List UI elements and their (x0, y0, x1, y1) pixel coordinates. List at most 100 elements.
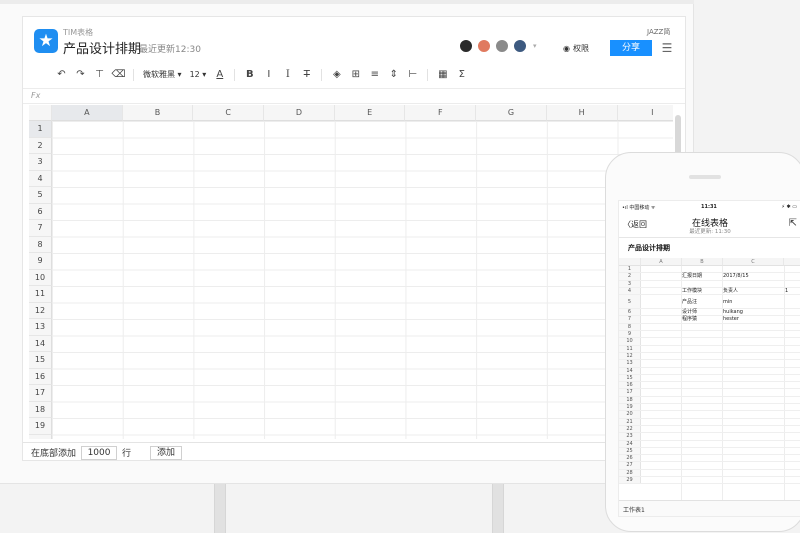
formula-bar[interactable]: Fx (23, 88, 685, 104)
italic-icon[interactable]: I (259, 66, 278, 84)
mobile-table-row[interactable]: 14 (619, 367, 800, 375)
share-button[interactable]: 分享 (610, 40, 652, 56)
mobile-table-row[interactable]: 15 (619, 374, 800, 383)
font-family-select[interactable]: 微软雅黑 ▾ (139, 66, 186, 84)
row-header[interactable]: 17 (29, 385, 52, 402)
column-header[interactable]: B (122, 105, 194, 121)
row-header[interactable]: 15 (29, 352, 52, 369)
row-header[interactable]: 16 (29, 368, 52, 385)
column-header[interactable]: A (52, 105, 123, 121)
mobile-table-row[interactable]: 4 工作模块 负责人 1 (619, 287, 800, 296)
mobile-table-row[interactable]: 28 (619, 469, 800, 478)
row-header[interactable]: 12 (29, 302, 52, 319)
row-header[interactable]: 14 (29, 335, 52, 352)
row-header[interactable]: 5 (29, 187, 52, 204)
mobile-column-header[interactable]: C (723, 258, 784, 266)
mobile-table-row[interactable]: 7 程序猿 hester (619, 316, 800, 324)
mobile-table-row[interactable]: 25 (619, 447, 800, 456)
mobile-table-row[interactable]: 13 (619, 360, 800, 368)
user-name[interactable]: JAZZ简 (647, 27, 670, 37)
mobile-table-row[interactable]: 17 (619, 389, 800, 397)
share-out-icon[interactable]: ⇱ (789, 218, 797, 229)
mobile-table-row[interactable]: 16 (619, 382, 800, 390)
collaborator-avatar[interactable] (513, 39, 527, 53)
mobile-cell-c[interactable]: hester (723, 316, 739, 323)
row-header[interactable]: 11 (29, 286, 52, 303)
collaborator-avatar[interactable] (459, 39, 473, 53)
redo-icon[interactable]: ↷ (71, 66, 90, 84)
mobile-cell-b[interactable]: 程序猿 (682, 316, 697, 323)
mobile-table-row[interactable]: 8 (619, 323, 800, 332)
fill-color-icon[interactable]: ◈ (327, 66, 346, 84)
document-title[interactable]: 产品设计排期 (63, 38, 141, 57)
font-size-select[interactable]: 12 ▾ (186, 66, 211, 84)
row-header[interactable]: 6 (29, 203, 52, 220)
collaborator-avatars[interactable]: ▾ (459, 39, 537, 53)
mobile-column-header[interactable]: A (641, 258, 682, 266)
add-rows-quantity-input[interactable]: 1000 (81, 445, 118, 460)
mobile-table-row[interactable]: 10 (619, 338, 800, 346)
row-header[interactable]: 4 (29, 170, 52, 187)
sheet-tab[interactable]: 工作表1 (623, 505, 645, 514)
column-header[interactable]: D (264, 105, 335, 121)
undo-icon[interactable]: ↶ (52, 66, 71, 84)
mobile-table-row[interactable]: 1 (619, 266, 800, 274)
chevron-down-icon[interactable]: ▾ (533, 42, 537, 50)
row-header[interactable]: 13 (29, 319, 52, 336)
mobile-cell-b[interactable]: 工作模块 (682, 288, 702, 295)
mobile-table-row[interactable]: 19 (619, 404, 800, 412)
mobile-column-header[interactable]: B (682, 258, 723, 266)
mobile-cell-c[interactable]: huikang (723, 309, 743, 316)
bold-icon[interactable]: B (240, 66, 259, 84)
mobile-table-row[interactable]: 27 (619, 462, 800, 470)
mobile-table-row[interactable]: 18 (619, 396, 800, 405)
strikethrough-icon[interactable]: T (297, 66, 316, 84)
mobile-table-row[interactable]: 3 (619, 280, 800, 288)
collaborator-avatar[interactable] (495, 39, 509, 53)
cell-area[interactable] (52, 121, 673, 439)
column-header[interactable]: F (405, 105, 477, 121)
align-icon[interactable]: ≡ (365, 66, 384, 84)
mobile-table-row[interactable]: 22 (619, 425, 800, 434)
mobile-table-row[interactable]: 11 (619, 345, 800, 353)
clear-format-icon[interactable]: ⌫ (109, 66, 128, 84)
underline-icon[interactable]: I (278, 66, 297, 84)
mobile-table-row[interactable]: 24 (619, 440, 800, 448)
mobile-table-row[interactable]: 9 (619, 331, 800, 339)
row-header[interactable]: 10 (29, 269, 52, 286)
collaborator-avatar[interactable] (477, 39, 491, 53)
row-header[interactable]: 1 (29, 121, 52, 138)
mobile-cell-d[interactable]: 1 (785, 288, 788, 295)
permission-button[interactable]: ◉ 权限 (563, 41, 589, 55)
vertical-align-icon[interactable]: ⇕ (384, 66, 403, 84)
menu-icon[interactable]: ☰ (660, 41, 674, 55)
text-color-icon[interactable]: A (210, 66, 229, 84)
sheet-grid[interactable]: ABCDEFGHI 123456789101112131415161718192… (29, 105, 673, 439)
mobile-cell-b[interactable]: 汇报日期 (682, 273, 702, 280)
column-header[interactable]: I (617, 105, 673, 121)
row-header[interactable]: 3 (29, 154, 52, 171)
select-all-corner[interactable] (29, 105, 52, 121)
mobile-table-row[interactable]: 12 (619, 352, 800, 361)
merge-cells-icon[interactable]: ⊢ (403, 66, 422, 84)
mobile-table-row[interactable]: 21 (619, 418, 800, 426)
add-rows-button[interactable]: 添加 (150, 445, 183, 460)
row-header[interactable]: 2 (29, 137, 52, 154)
row-header[interactable]: 8 (29, 236, 52, 253)
column-header[interactable]: E (334, 105, 406, 121)
row-header[interactable]: 7 (29, 220, 52, 237)
mobile-column-header[interactable] (784, 258, 800, 266)
column-header[interactable]: G (476, 105, 547, 121)
column-header[interactable]: C (193, 105, 265, 121)
column-header[interactable]: H (546, 105, 618, 121)
mobile-table-row[interactable]: 20 (619, 411, 800, 419)
mobile-table-row[interactable]: 6 设计师 huikang (619, 309, 800, 317)
mobile-table-row[interactable]: 29 (619, 477, 800, 485)
border-icon[interactable]: ⊞ (346, 66, 365, 84)
mobile-table-row[interactable]: 2 汇报日期 2017/8/15 (619, 273, 800, 281)
mobile-table-row[interactable]: 5 产品汪 min (619, 295, 800, 310)
mobile-table-row[interactable]: 23 (619, 433, 800, 441)
mobile-grid[interactable]: ABC 1 2 汇报日期 2017/8/15 3 4 工作模块 负责人 1 5 产品汪 min 6 设计师… (619, 258, 800, 503)
table-icon[interactable]: ▦ (433, 66, 452, 84)
row-header[interactable]: 20 (29, 434, 52, 439)
